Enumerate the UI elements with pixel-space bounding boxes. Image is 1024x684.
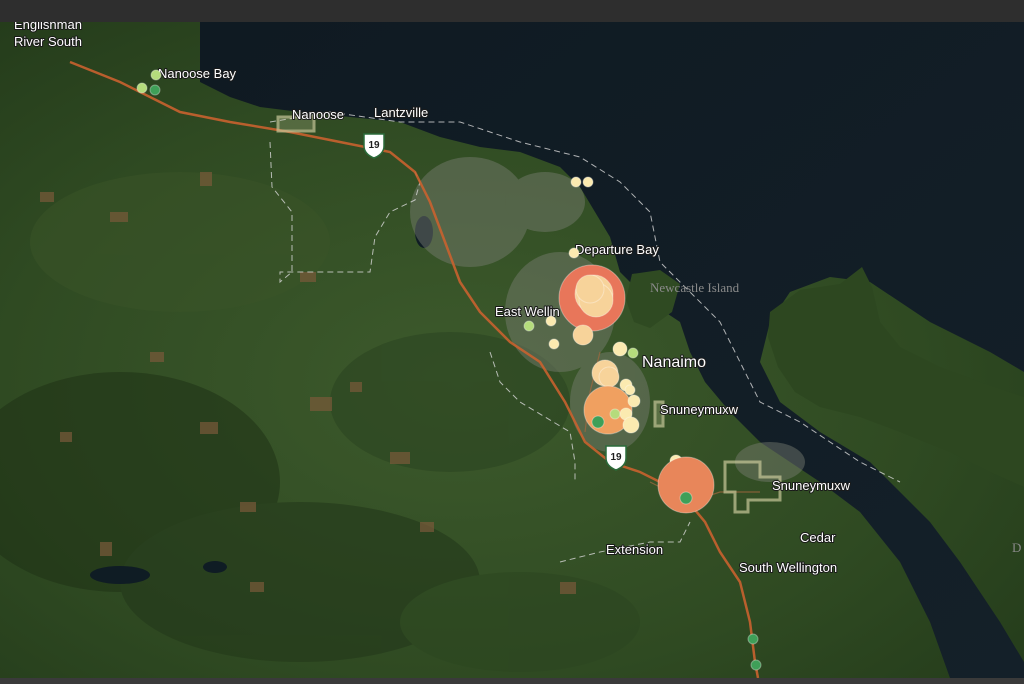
- map-marker[interactable]: [591, 415, 605, 429]
- shield-number: 19: [368, 140, 380, 151]
- map-marker[interactable]: [582, 176, 594, 188]
- map-marker[interactable]: [568, 247, 580, 259]
- highway-shield-19-north: 19: [363, 133, 385, 159]
- label-nanoose-bay: Nanoose Bay: [158, 66, 237, 81]
- label-snuneymuxw-1: Snuneymuxw: [660, 402, 739, 417]
- map-app: Englishman River South Nanoose Bay Nanoo…: [0, 0, 1024, 684]
- label-newcastle-island: Newcastle Island: [650, 280, 740, 295]
- satellite-map[interactable]: Englishman River South Nanoose Bay Nanoo…: [0, 22, 1024, 678]
- map-marker[interactable]: [622, 416, 640, 434]
- map-marker[interactable]: [657, 456, 715, 514]
- bottom-bar: [0, 678, 1024, 684]
- map-marker[interactable]: [612, 341, 628, 357]
- map-marker[interactable]: [679, 491, 693, 505]
- map-marker[interactable]: [149, 84, 161, 96]
- shield-number: 19: [610, 452, 622, 463]
- label-nanoose: Nanoose: [292, 107, 344, 122]
- map-marker[interactable]: [575, 274, 605, 304]
- label-englishman-river-south-2: River South: [14, 34, 82, 49]
- label-cedar: Cedar: [800, 530, 836, 545]
- label-nanaimo: Nanaimo: [642, 354, 706, 371]
- label-lantzville: Lantzville: [374, 105, 428, 120]
- highway-shield-19-south: 19: [605, 445, 627, 471]
- map-marker[interactable]: [627, 347, 639, 359]
- label-englishman-river-south-1: Englishman: [14, 22, 82, 32]
- map-marker[interactable]: [523, 320, 535, 332]
- map-marker[interactable]: [750, 659, 762, 671]
- label-south-wellington: South Wellington: [739, 560, 837, 575]
- label-extension: Extension: [606, 542, 663, 557]
- map-marker[interactable]: [545, 315, 557, 327]
- map-marker[interactable]: [570, 176, 582, 188]
- label-departure-bay: Departure Bay: [575, 242, 659, 257]
- map-marker[interactable]: [747, 633, 759, 645]
- map-marker[interactable]: [627, 394, 641, 408]
- map-marker[interactable]: [572, 324, 594, 346]
- map-marker[interactable]: [150, 69, 162, 81]
- label-edge-letter: D: [1012, 540, 1021, 555]
- top-bar: [0, 0, 1024, 22]
- map-marker[interactable]: [548, 338, 560, 350]
- map-marker[interactable]: [136, 82, 148, 94]
- map-marker[interactable]: [624, 384, 636, 396]
- map-marker[interactable]: [609, 408, 621, 420]
- map-marker[interactable]: [598, 366, 620, 388]
- label-snuneymuxw-2: Snuneymuxw: [772, 478, 851, 493]
